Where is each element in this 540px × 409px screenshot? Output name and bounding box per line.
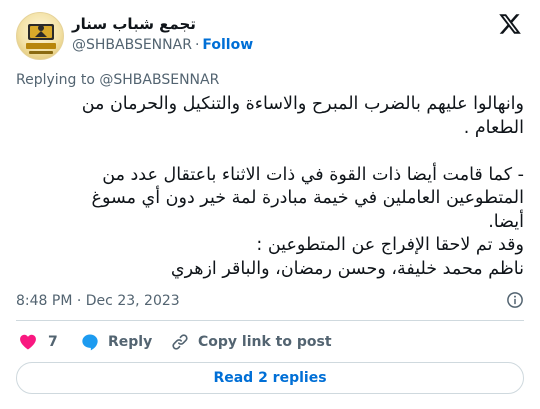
heart-icon bbox=[20, 334, 36, 350]
tweet-line: وانهالوا عليهم بالضرب المبرح والاساءة وا… bbox=[81, 94, 524, 114]
tweet-line: المتطوعين العاملين في خيمة مبادرة لمة خي… bbox=[91, 188, 525, 208]
link-icon bbox=[172, 334, 188, 350]
tweet-text: وانهالوا عليهم بالضرب المبرح والاساءة وا… bbox=[16, 93, 524, 281]
like-button[interactable]: 7 bbox=[18, 331, 58, 353]
reply-label: Reply bbox=[108, 334, 153, 350]
tweet-time[interactable]: 8:48 PM bbox=[16, 293, 72, 309]
tweet-timestamp-row: 8:48 PM · Dec 23, 2023 bbox=[16, 291, 524, 311]
copy-link-label: Copy link to post bbox=[198, 334, 332, 350]
handle-separator: · bbox=[194, 37, 200, 53]
tweet-header: تجمع شباب سنار @SHBABSENNAR · Follow bbox=[16, 10, 526, 62]
tweet-line: ناظم محمد خليفة، وحسن رمضان، والباقر ازه… bbox=[170, 258, 524, 279]
date-separator: · bbox=[76, 293, 82, 309]
tweet-line bbox=[16, 140, 524, 164]
reply-button[interactable]: Reply bbox=[80, 331, 152, 353]
tweet-line: وقد تم لاحقا الإفراج عن المتطوعين : bbox=[256, 235, 524, 255]
reply-bubble-icon bbox=[82, 334, 98, 351]
x-logo-icon[interactable] bbox=[498, 12, 522, 36]
tweet-line: أيضا. bbox=[488, 211, 524, 232]
author-handle[interactable]: @SHBABSENNAR bbox=[72, 37, 192, 53]
author-display-name[interactable]: تجمع شباب سنار bbox=[72, 14, 332, 34]
avatar[interactable] bbox=[16, 12, 64, 60]
author-handle-row: @SHBABSENNAR · Follow bbox=[72, 35, 332, 55]
tweet-line: - كما قامت أيضا ذات القوة في ذات الاثناء… bbox=[102, 164, 524, 185]
avatar-logo-icon bbox=[26, 24, 56, 54]
author-info: تجمع شباب سنار @SHBABSENNAR · Follow bbox=[72, 14, 332, 55]
tweet-actions: 7 Reply Copy link to post bbox=[16, 331, 524, 353]
read-replies-button[interactable]: Read 2 replies bbox=[16, 362, 524, 394]
like-count: 7 bbox=[48, 334, 58, 350]
info-icon[interactable] bbox=[506, 291, 524, 309]
tweet-date[interactable]: Dec 23, 2023 bbox=[86, 293, 180, 309]
follow-button[interactable]: Follow bbox=[202, 37, 253, 53]
tweet-line: الطعام . bbox=[463, 117, 524, 138]
replying-to: Replying to @SHBABSENNAR bbox=[16, 71, 219, 89]
replying-to-handle[interactable]: @SHBABSENNAR bbox=[99, 72, 219, 88]
tweet-embed-card: تجمع شباب سنار @SHBABSENNAR · Follow Reply… bbox=[0, 0, 540, 409]
copy-link-button[interactable]: Copy link to post bbox=[170, 331, 332, 353]
divider bbox=[16, 320, 524, 321]
replying-to-prefix: Replying to bbox=[16, 72, 95, 88]
